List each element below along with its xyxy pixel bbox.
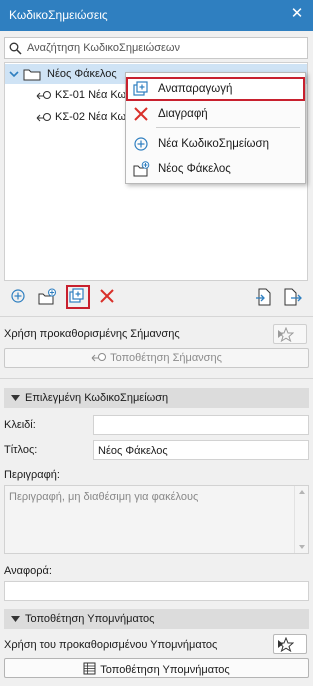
description-placeholder: Περιγραφή, μη διαθέσιμη για φακέλους	[9, 491, 199, 503]
add-circle-icon	[134, 137, 148, 151]
menu-item-label: Νέα ΚωδικοΣημείωση	[158, 138, 270, 150]
menu-item-label: Αναπαραγωγή	[158, 83, 233, 95]
delete-icon	[134, 107, 148, 121]
search-box[interactable]	[4, 37, 308, 59]
import-icon	[256, 288, 271, 306]
legend-usage-label: Χρήση του προκαθορισμένου Υπομνήματος	[4, 639, 218, 651]
divider	[0, 316, 313, 317]
delete-icon	[100, 289, 114, 303]
duplicate-icon	[133, 81, 148, 96]
chevron-down-icon[interactable]	[8, 68, 20, 80]
collapse-triangle-icon	[11, 395, 20, 401]
title-bar: ΚωδικοΣημειώσεις ✕	[0, 0, 313, 31]
delete-button[interactable]	[97, 286, 119, 308]
menu-item-new-folder[interactable]: Νέος Φάκελος	[126, 157, 305, 181]
menu-separator	[156, 127, 300, 128]
duplicate-icon	[69, 288, 84, 303]
keynote-icon	[36, 91, 51, 100]
new-folder-icon	[38, 288, 56, 305]
title-input[interactable]	[98, 443, 302, 458]
menu-item-new-keynote[interactable]: Νέα ΚωδικοΣημείωση	[126, 132, 305, 156]
new-folder-button[interactable]	[36, 286, 58, 308]
tree-item-label: ΚΣ-01 Νέα Κω	[55, 89, 127, 101]
keynote-icon	[36, 113, 51, 122]
search-input[interactable]	[27, 40, 297, 56]
tree-item-label: ΚΣ-02 Νέα Κω	[55, 111, 127, 123]
description-field[interactable]: Περιγραφή, μη διαθέσιμη για φακέλους	[4, 485, 309, 554]
search-icon	[9, 42, 22, 55]
reference-input[interactable]	[9, 584, 297, 599]
usage-label: Χρήση προκαθορισμένης Σήμανσης	[4, 328, 180, 340]
divider	[0, 378, 313, 379]
place-legend-label: Τοποθέτηση Υπομνήματος	[100, 664, 230, 676]
tree-root-label: Νέος Φάκελος	[47, 68, 117, 80]
key-input[interactable]	[98, 418, 302, 433]
title-label: Τίτλος:	[4, 444, 38, 456]
context-menu: Αναπαραγωγή Διαγραφή Νέα ΚωδικοΣημείωση …	[125, 72, 306, 184]
tree-toolbar	[0, 284, 313, 310]
export-button[interactable]	[282, 286, 304, 308]
reference-label: Αναφορά:	[4, 565, 52, 577]
key-field[interactable]	[93, 415, 309, 435]
menu-item-duplicate[interactable]: Αναπαραγωγή	[126, 77, 305, 101]
section-legend-placement[interactable]: Τοποθέτηση Υπομνήματος	[4, 609, 309, 629]
place-legend-button[interactable]: Τοποθέτηση Υπομνήματος	[4, 658, 309, 678]
menu-item-delete[interactable]: Διαγραφή	[126, 102, 305, 126]
place-marker-button[interactable]: Τοποθέτηση Σήμανσης	[4, 348, 309, 368]
place-marker-label: Τοποθέτηση Σήμανσης	[110, 352, 222, 364]
duplicate-button[interactable]	[66, 285, 90, 309]
import-button[interactable]	[254, 286, 276, 308]
section-title: Επιλεγμένη ΚωδικοΣημείωση	[25, 392, 169, 404]
scroll-up-icon[interactable]	[299, 490, 305, 494]
legend-icon	[83, 662, 96, 675]
key-label: Κλειδί:	[4, 419, 36, 431]
section-selected-keynote[interactable]: Επιλεγμένη ΚωδικοΣημείωση	[4, 388, 309, 408]
favorite-dropdown[interactable]	[273, 324, 307, 344]
section-title: Τοποθέτηση Υπομνήματος	[25, 613, 155, 625]
description-label: Περιγραφή:	[4, 469, 60, 481]
folder-icon	[23, 69, 41, 81]
keynote-icon	[91, 353, 107, 362]
place-legend-button-content: Τοποθέτηση Υπομνήματος	[5, 662, 308, 676]
window-title: ΚωδικοΣημειώσεις	[9, 8, 108, 22]
menu-item-label: Διαγραφή	[158, 108, 208, 120]
chevron-right-icon	[278, 640, 283, 648]
add-keynote-button[interactable]	[8, 286, 30, 308]
new-folder-icon	[133, 161, 150, 177]
place-marker-button-content: Τοποθέτηση Σήμανσης	[5, 352, 308, 364]
menu-item-label: Νέος Φάκελος	[158, 163, 231, 175]
add-circle-icon	[11, 289, 25, 303]
collapse-triangle-icon	[11, 616, 20, 622]
scroll-down-icon[interactable]	[299, 545, 305, 549]
legend-favorite-dropdown[interactable]	[273, 634, 307, 654]
scrollbar[interactable]	[294, 486, 308, 553]
export-icon	[284, 288, 302, 306]
reference-field[interactable]	[4, 581, 309, 601]
title-field[interactable]	[93, 440, 309, 460]
close-icon[interactable]: ✕	[289, 5, 305, 23]
chevron-right-icon	[278, 330, 283, 338]
